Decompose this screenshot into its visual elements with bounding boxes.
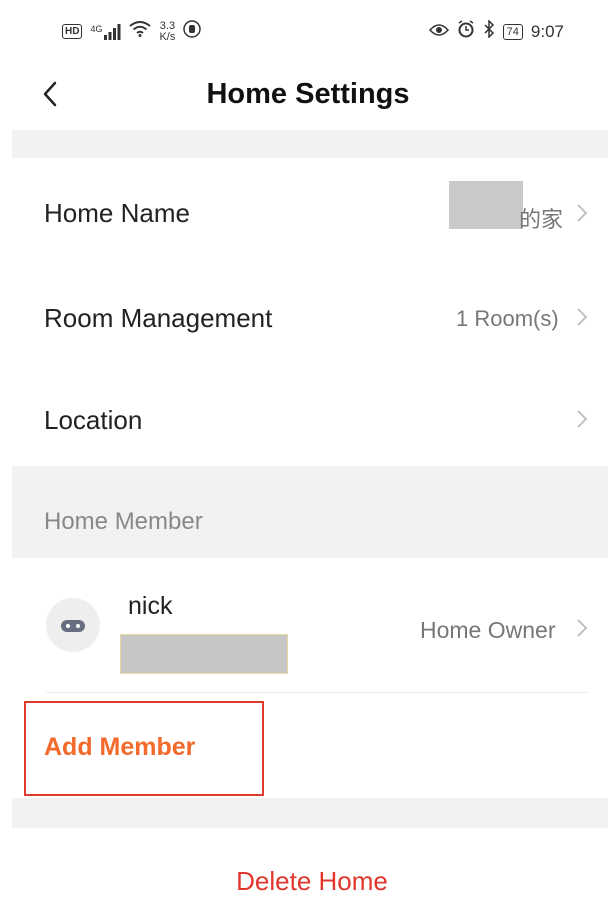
bluetooth-icon (483, 19, 495, 43)
location-row[interactable]: Location (12, 368, 608, 466)
room-management-row[interactable]: Room Management 1 Room(s) (12, 264, 608, 368)
signal-label: 4G (90, 23, 103, 34)
speed-unit: K/s (159, 30, 176, 43)
signal-icon: 4G (90, 23, 121, 40)
avatar (46, 598, 100, 652)
nav-bar: Home Settings (0, 62, 608, 128)
room-count-value: 1 Room(s) (456, 306, 559, 331)
home-name-label: Home Name (44, 198, 190, 228)
home-name-value: 的家 (519, 207, 564, 232)
alarm-icon (457, 20, 475, 43)
speed-value: 3.3 (159, 19, 176, 32)
member-divider (46, 692, 588, 693)
page-title: Home Settings (206, 78, 410, 110)
footer-gap (12, 798, 608, 828)
member-role: Home Owner (420, 617, 556, 643)
home-name-redacted (449, 181, 523, 229)
status-right: 74 9:07 (428, 19, 564, 43)
home-name-row[interactable]: Home Name 的家 (12, 158, 608, 264)
add-member-button[interactable]: Add Member (44, 733, 195, 762)
section-gap (12, 130, 608, 158)
wifi-icon (129, 21, 152, 42)
location-label: Location (44, 405, 143, 435)
member-account-redacted (120, 634, 288, 674)
status-left: HD 4G 3.3 K/s (62, 19, 202, 43)
member-name: nick (128, 592, 173, 620)
status-bar: HD 4G 3.3 K/s 74 9:07 (0, 0, 608, 62)
chevron-right-icon (577, 619, 588, 637)
eye-icon (428, 22, 449, 42)
chevron-right-icon (577, 308, 588, 326)
hd-badge: HD (62, 24, 83, 39)
chevron-right-icon (577, 204, 588, 222)
hand-icon (183, 20, 202, 43)
room-management-label: Room Management (44, 303, 273, 333)
battery-icon: 74 (502, 23, 523, 40)
home-member-section-title: Home Member (44, 508, 203, 535)
robot-face-icon (61, 620, 85, 632)
network-speed: 3.3 K/s (159, 19, 176, 43)
delete-home-button[interactable]: Delete Home (16, 866, 608, 897)
status-time: 9:07 (530, 21, 564, 41)
chevron-right-icon (577, 410, 588, 428)
